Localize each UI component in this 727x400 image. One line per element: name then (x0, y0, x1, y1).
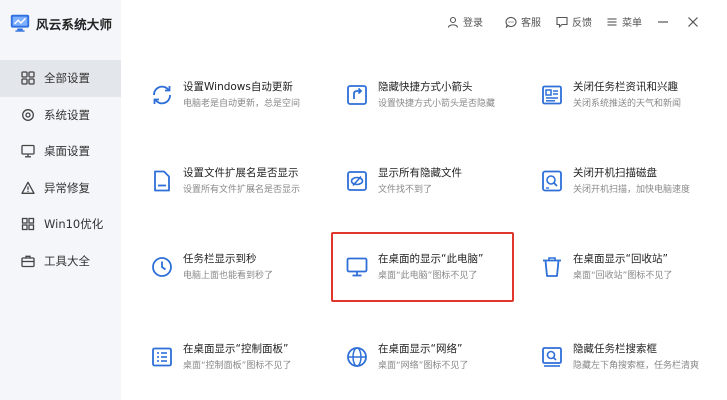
minimize-button[interactable] (656, 14, 670, 28)
sidebar: 风云系统大师 全部设置 系统设置 桌面设置 异常修复 Win10优化 工具大全 (0, 0, 121, 400)
this-pc-icon (345, 255, 369, 279)
close-icon (688, 17, 698, 27)
card-desc: 隐藏左下角搜索框，任务栏清爽 (573, 361, 700, 371)
customer-service-label: 客服 (521, 18, 541, 29)
sidebar-item-system-settings[interactable]: 系统设置 (0, 97, 121, 134)
sidebar-item-label: 异常修复 (44, 180, 90, 195)
card-desc: 桌面“控制面板”图标不见了 (183, 361, 292, 371)
card-desc: 桌面“回收站”图标不见了 (573, 271, 673, 281)
card-title: 在桌面显示“控制面板” (183, 343, 289, 355)
settings-grid: 设置Windows自动更新 电脑老是自动更新，总是空间 隐藏快捷方式小箭头 设置… (121, 44, 727, 400)
card-desc: 文件找不到了 (378, 185, 433, 195)
card-this-pc[interactable]: 在桌面的显示“此电脑” 桌面“此电脑”图标不见了 (345, 252, 527, 320)
card-desc: 设置所有文件扩展名是否显示 (183, 185, 301, 195)
card-title: 隐藏任务栏搜索框 (573, 343, 657, 355)
app-brand: 风云系统大师 (9, 12, 112, 34)
search-box-icon (540, 345, 564, 369)
card-title: 关闭任务栏资讯和兴趣 (573, 81, 678, 93)
card-title: 设置Windows自动更新 (183, 81, 293, 93)
card-taskbar-seconds[interactable]: 任务栏显示到秒 电脑上面也能看到秒了 (150, 252, 332, 320)
sidebar-item-label: 系统设置 (44, 107, 90, 122)
feedback-label: 反馈 (572, 18, 592, 29)
network-icon (345, 345, 369, 369)
card-desc: 桌面“网络”图标不见了 (378, 361, 469, 371)
sidebar-item-label: Win10优化 (44, 217, 104, 232)
card-title: 任务栏显示到秒 (183, 253, 257, 265)
menu-label: 菜单 (622, 18, 642, 29)
top-bar: 登录 客服 反馈 菜单 (121, 0, 727, 44)
app-logo-icon (10, 14, 30, 32)
card-taskbar-news[interactable]: 关闭任务栏资讯和兴趣 关闭系统推送的天气和新闻 (540, 80, 722, 148)
card-title: 在桌面的显示“此电脑” (378, 253, 484, 265)
toolbox-icon (21, 254, 35, 268)
app-title: 风云系统大师 (36, 16, 113, 32)
card-title: 关闭开机扫描磁盘 (573, 167, 657, 179)
gear-icon (21, 108, 35, 122)
menu-icon (607, 17, 617, 26)
sidebar-item-desktop-settings[interactable]: 桌面设置 (0, 133, 121, 170)
card-desc: 电脑上面也能看到秒了 (183, 271, 274, 281)
menu-button[interactable]: 菜单 (606, 14, 642, 29)
recycle-bin-icon (540, 255, 564, 279)
close-button[interactable] (686, 14, 700, 28)
login-button[interactable]: 登录 (447, 14, 483, 29)
warning-icon (21, 181, 35, 195)
card-recycle-bin[interactable]: 在桌面显示“回收站” 桌面“回收站”图标不见了 (540, 252, 722, 320)
control-panel-icon (150, 345, 174, 369)
card-title: 隐藏快捷方式小箭头 (378, 81, 473, 93)
minimize-icon (658, 21, 668, 23)
news-icon (540, 83, 564, 107)
file-icon (150, 169, 174, 193)
sidebar-item-toolbox[interactable]: 工具大全 (0, 243, 121, 280)
feedback-button[interactable]: 反馈 (556, 14, 592, 29)
card-title: 在桌面显示“回收站” (573, 253, 668, 265)
sidebar-item-label: 桌面设置 (44, 144, 90, 159)
clock-icon (150, 255, 174, 279)
card-file-extension[interactable]: 设置文件扩展名是否显示 设置所有文件扩展名是否显示 (150, 166, 332, 234)
chat-icon (505, 16, 517, 28)
sidebar-item-repair[interactable]: 异常修复 (0, 170, 121, 207)
sidebar-item-all-settings[interactable]: 全部设置 (0, 60, 121, 97)
card-taskbar-search[interactable]: 隐藏任务栏搜索框 隐藏左下角搜索框，任务栏清爽 (540, 342, 722, 400)
login-label: 登录 (463, 18, 483, 29)
grid-icon (21, 71, 35, 85)
refresh-icon (150, 83, 174, 107)
disk-scan-icon (540, 169, 564, 193)
sidebar-item-win10[interactable]: Win10优化 (0, 206, 121, 243)
card-windows-update[interactable]: 设置Windows自动更新 电脑老是自动更新，总是空间 (150, 80, 332, 148)
card-network[interactable]: 在桌面显示“网络” 桌面“网络”图标不见了 (345, 342, 527, 400)
sidebar-item-label: 全部设置 (44, 71, 90, 86)
card-shortcut-arrow[interactable]: 隐藏快捷方式小箭头 设置快捷方式小箭头是否隐藏 (345, 80, 527, 148)
feedback-icon (556, 16, 568, 28)
card-title: 在桌面显示“网络” (378, 343, 463, 355)
card-desc: 电脑老是自动更新，总是空间 (183, 99, 301, 109)
user-icon (447, 16, 459, 28)
card-control-panel[interactable]: 在桌面显示“控制面板” 桌面“控制面板”图标不见了 (150, 342, 332, 400)
monitor-icon (21, 144, 35, 158)
shortcut-arrow-icon (345, 83, 369, 107)
card-disk-scan[interactable]: 关闭开机扫描磁盘 关闭开机扫描，加快电脑速度 (540, 166, 722, 234)
card-desc: 关闭系统推送的天气和新闻 (573, 99, 682, 109)
sidebar-nav: 全部设置 系统设置 桌面设置 异常修复 Win10优化 工具大全 (0, 60, 121, 279)
card-title: 显示所有隐藏文件 (378, 167, 462, 179)
hidden-file-icon (345, 169, 369, 193)
card-desc: 关闭开机扫描，加快电脑速度 (573, 185, 691, 195)
card-title: 设置文件扩展名是否显示 (183, 167, 299, 179)
customer-service-button[interactable]: 客服 (505, 14, 541, 29)
card-hidden-files[interactable]: 显示所有隐藏文件 文件找不到了 (345, 166, 527, 234)
sidebar-item-label: 工具大全 (44, 253, 90, 268)
card-desc: 设置快捷方式小箭头是否隐藏 (378, 99, 496, 109)
windows-icon (21, 217, 35, 231)
card-desc: 桌面“此电脑”图标不见了 (378, 271, 478, 281)
